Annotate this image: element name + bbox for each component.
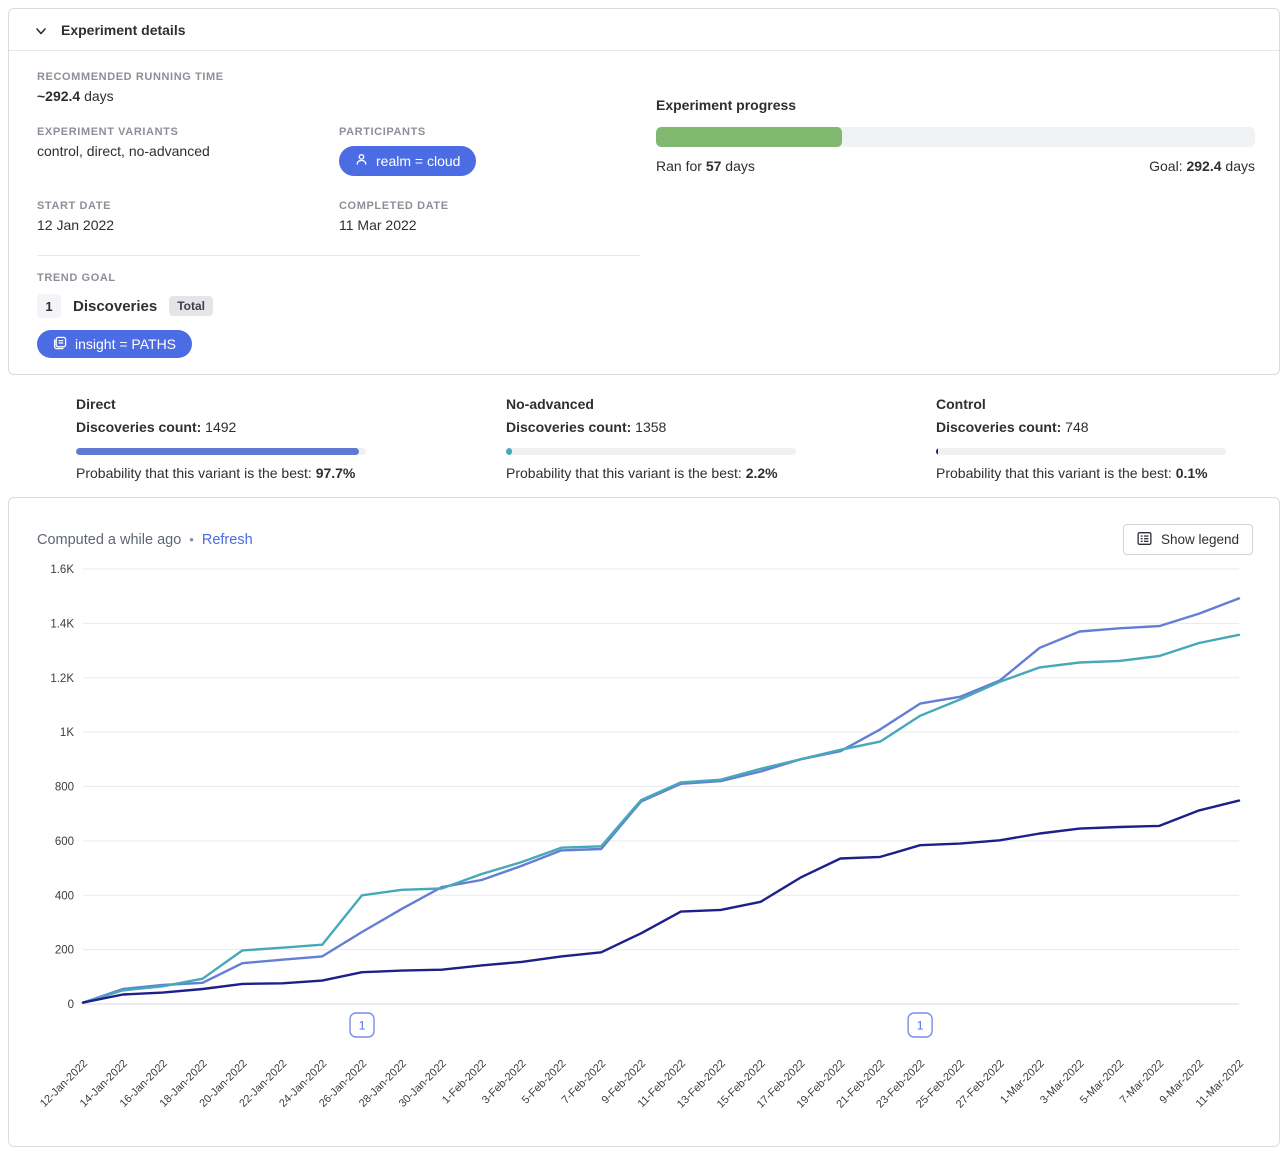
variant-card-no-advanced: No-advanced Discoveries count: 1358 Prob… [506,396,796,497]
variant-probability-bar [936,448,1226,455]
insight-filter-pill[interactable]: insight = PATHS [37,330,192,358]
page: Experiment details RECOMMENDED RUNNING T… [0,0,1288,1155]
y-tick-label: 200 [55,945,74,957]
annotation-badge-label: 1 [359,1019,366,1033]
y-tick-label: 400 [55,890,74,902]
chart-line-no-advanced [83,635,1239,1003]
insight-icon [53,336,67,353]
person-icon [355,153,368,169]
divider [37,255,640,256]
insight-pill-label: insight = PATHS [75,336,176,352]
experiment-variants-value: control, direct, no-advanced [37,143,339,159]
completed-date-value: 11 Mar 2022 [339,217,640,233]
computed-text: Computed a while ago [37,532,181,548]
variant-probability-text: Probability that this variant is the bes… [76,465,366,481]
show-legend-label: Show legend [1161,532,1239,547]
y-tick-label: 0 [68,999,74,1011]
variant-name: Direct [76,396,366,412]
start-date-label: START DATE [37,200,339,212]
goal-math-badge: Total [169,296,213,316]
chart-line-direct [83,598,1239,1002]
annotation-badge-label: 1 [917,1019,924,1033]
experiment-details-card: Experiment details RECOMMENDED RUNNING T… [8,8,1280,375]
variant-probability-text: Probability that this variant is the bes… [936,465,1226,481]
variant-probability-bar [76,448,366,455]
y-tick-label: 1.2K [50,673,74,685]
y-tick-label: 800 [55,782,74,794]
participants-filter-pill[interactable]: realm = cloud [339,146,476,176]
variant-count: Discoveries count: 748 [936,419,1226,435]
chart-line-control [83,801,1239,1003]
card-title: Experiment details [61,22,186,38]
chevron-down-icon [35,24,47,36]
experiment-progress-title: Experiment progress [656,97,1255,113]
experiment-variants-label: EXPERIMENT VARIANTS [37,126,339,138]
variant-count: Discoveries count: 1492 [76,419,366,435]
variant-name: Control [936,396,1226,412]
variant-results-strip: Direct Discoveries count: 1492 Probabili… [8,375,1280,497]
start-date-value: 12 Jan 2022 [37,217,339,233]
dot-separator: • [189,532,194,547]
experiment-details-header[interactable]: Experiment details [9,9,1279,51]
variant-name: No-advanced [506,396,796,412]
y-tick-label: 600 [55,836,74,848]
participants-label: PARTICIPANTS [339,126,640,138]
trend-chart-card: Computed a while ago • Refresh Show lege… [8,497,1280,1147]
recommended-running-time-value: ~292.4 days [37,88,640,104]
variant-card-control: Control Discoveries count: 748 Probabili… [936,396,1226,497]
ran-for-text: Ran for 57 days [656,158,755,174]
y-tick-label: 1.4K [50,618,74,630]
goal-event-name: Discoveries [73,298,157,315]
variant-probability-fill [506,448,512,455]
variant-probability-bar [506,448,796,455]
show-legend-button[interactable]: Show legend [1123,524,1253,555]
recommended-running-time-label: RECOMMENDED RUNNING TIME [37,71,640,83]
y-tick-label: 1.6K [50,564,74,576]
participants-pill-label: realm = cloud [376,153,460,169]
trend-goal-label: TREND GOAL [37,272,640,284]
completed-date-label: COMPLETED DATE [339,200,640,212]
variant-probability-fill [936,448,938,455]
variant-count: Discoveries count: 1358 [506,419,796,435]
experiment-progress-bar [656,127,1255,147]
trend-chart-svg: 02004006008001K1.2K1.4K1.6K12-Jan-202214… [37,559,1253,1139]
variant-card-direct: Direct Discoveries count: 1492 Probabili… [76,396,366,497]
y-tick-label: 1K [60,727,74,739]
experiment-progress-fill [656,127,842,147]
legend-icon [1137,531,1152,549]
computed-status: Computed a while ago • Refresh [37,532,253,548]
variant-probability-fill [76,448,359,455]
goal-step-number: 1 [37,294,61,318]
variant-probability-text: Probability that this variant is the bes… [506,465,796,481]
goal-text: Goal: 292.4 days [1149,158,1255,174]
trend-chart: 02004006008001K1.2K1.4K1.6K12-Jan-202214… [37,559,1279,1142]
refresh-link[interactable]: Refresh [202,532,253,548]
